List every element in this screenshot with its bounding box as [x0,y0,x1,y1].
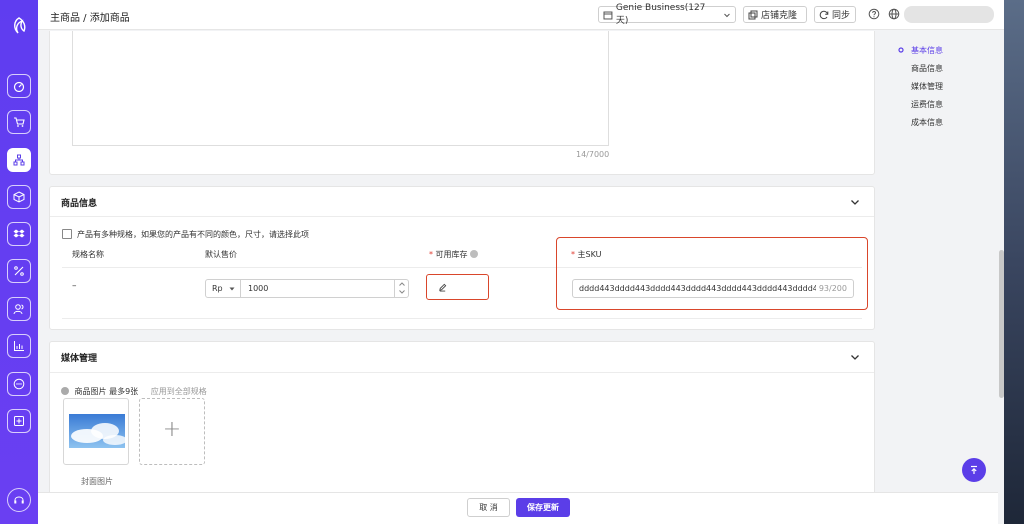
spec-value: – [72,281,77,291]
percent-icon[interactable] [7,259,31,283]
store-clone-button[interactable]: 店铺克隆 [743,6,807,23]
logo-icon[interactable] [7,14,31,38]
info-icon [469,250,478,258]
description-counter: 14/7000 [576,150,610,159]
store-clone-label: 店铺克隆 [761,11,798,21]
price-stepper[interactable] [394,280,408,297]
anchor-basic-info[interactable]: 基本信息 [911,45,943,56]
table-row-line [62,318,862,319]
chevron-down-icon[interactable] [398,289,406,295]
chevron-up-icon[interactable] [398,281,406,287]
product-tree-icon[interactable] [7,148,31,172]
multi-spec-checkbox[interactable] [62,229,72,239]
dropbox-icon[interactable] [7,222,31,246]
breadcrumb: 主商品 / 添加商品 [50,13,130,24]
description-card: 14/7000 [49,31,875,175]
plus-square-icon[interactable] [7,409,31,433]
currency-select[interactable]: Rp [205,279,241,298]
card-divider [50,216,874,217]
column-stock: * 可用库存 [429,249,478,260]
price-value: 1000 [248,284,269,293]
footer-bar: 取 消 保存更新 [38,492,998,524]
headset-icon[interactable] [7,488,31,512]
store-selector[interactable]: Genie Business(127 天) [598,3,736,26]
cancel-button[interactable]: 取 消 [467,498,510,517]
currency-value: Rp [212,284,223,293]
chat-icon[interactable] [7,372,31,396]
card-divider [50,372,874,373]
top-header: 主商品 / 添加商品 Genie Business(127 天) 店铺克隆 同步 [38,0,1024,30]
multi-spec-label: 产品有多种规格，如果您的产品有不同的颜色，尺寸，请选择此项 [77,230,309,239]
info-icon [61,387,69,395]
user-account-chip[interactable] [904,6,994,23]
save-update-button[interactable]: 保存更新 [516,498,570,517]
chart-icon[interactable] [7,334,31,358]
users-icon[interactable] [7,297,31,321]
add-image-plus: + [162,417,182,442]
back-to-top-button[interactable] [962,458,986,482]
chevron-down-icon [724,13,730,17]
anchor-product-info[interactable]: 商品信息 [911,63,943,74]
main-content: 14/7000 商品信息 产品有多种规格，如果您的产品有不同的颜色，尺寸，请选择… [38,31,998,492]
desktop-background-strip [1004,0,1024,524]
sku-char-count: 93/200 [815,284,847,293]
package-icon[interactable] [7,185,31,209]
add-image-button[interactable]: + [139,398,205,465]
product-info-card: 商品信息 产品有多种规格，如果您的产品有不同的颜色，尺寸，请选择此项 规格名称 … [49,186,875,330]
anchor-shipping[interactable]: 运费信息 [911,99,943,110]
required-mark: * [429,250,433,259]
anchor-cost[interactable]: 成本信息 [911,117,943,128]
chevron-down-icon[interactable] [850,352,860,362]
clone-icon [748,10,758,19]
sync-label: 同步 [832,11,851,21]
active-dot-icon [898,47,904,53]
sku-value: dddd443dddd443dddd443dddd443dddd443dddd4… [579,284,829,293]
globe-icon[interactable] [888,8,900,20]
dashboard-icon[interactable] [7,74,31,98]
column-spec-name: 规格名称 [72,250,104,259]
store-label: Genie Business(127 天) [615,3,706,26]
media-title: 媒体管理 [61,354,98,364]
sidebar [0,0,38,524]
media-images-row: 商品图片 最多9张 应用到全部规格 [61,386,207,397]
stock-cell-highlight[interactable] [426,274,489,300]
edit-icon[interactable] [438,283,447,292]
price-input[interactable]: 1000 [240,279,409,298]
calendar-icon [603,11,613,19]
cover-label: 封面图片 [81,477,113,486]
main-sku-input[interactable]: dddd443dddd443dddd443dddd443dddd443dddd4… [572,279,854,298]
apply-all-link[interactable]: 应用到全部规格 [151,387,207,396]
sync-button[interactable]: 同步 [814,6,856,23]
images-label: 商品图片 最多9张 [74,387,139,396]
anchor-media[interactable]: 媒体管理 [911,81,943,92]
sync-icon [819,10,829,19]
product-info-title: 商品信息 [61,199,98,209]
caret-down-icon [229,287,235,291]
cover-image-thumb[interactable] [63,398,129,465]
description-textarea[interactable] [72,31,609,146]
back-to-top-icon [971,465,977,474]
column-stock-label: 可用库存 [435,250,468,259]
cart-icon[interactable] [7,110,31,134]
sku-highlight-frame [556,237,868,310]
cover-image [69,414,125,448]
help-icon[interactable] [868,8,880,20]
chevron-down-icon[interactable] [850,197,860,207]
media-card: 媒体管理 商品图片 最多9张 应用到全部规格 封面图片 + [49,341,875,492]
column-price: 默认售价 [205,250,237,259]
